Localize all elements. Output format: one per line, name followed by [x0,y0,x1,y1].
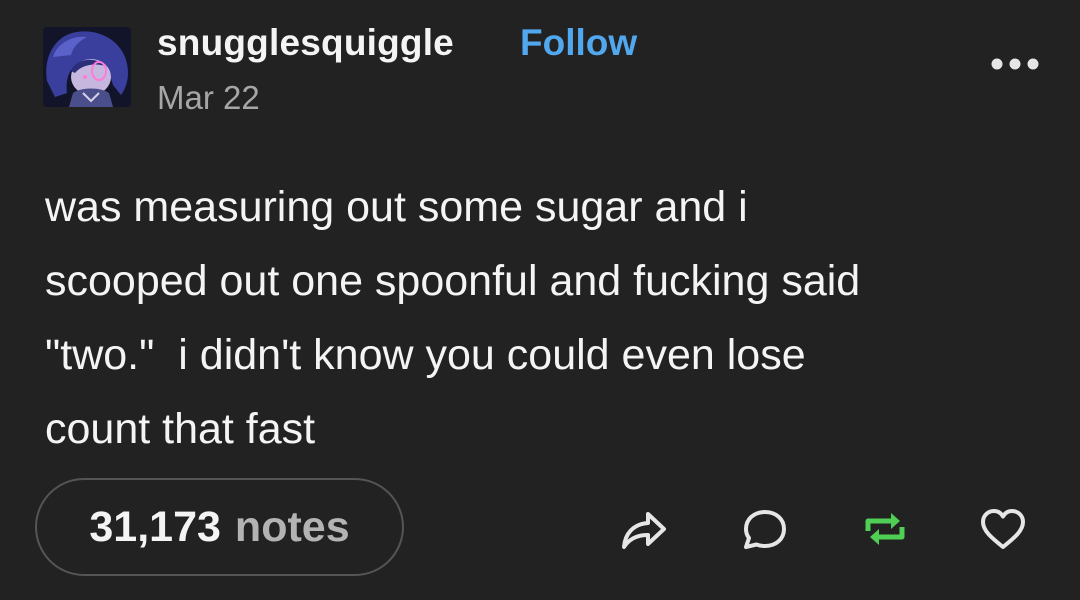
follow-button[interactable]: Follow [520,22,637,64]
reblog-icon [865,513,905,545]
more-options-button[interactable] [990,54,1040,74]
post-body-line: was measuring out some sugar and i [45,183,748,231]
post-card: snugglesquiggle Follow Mar 22 was measur… [0,0,1080,600]
notes-label: notes [234,502,350,551]
username[interactable]: snugglesquiggle [157,22,454,64]
like-button[interactable] [976,502,1030,556]
post-body-line: "two." i didn't know you could even lose [45,331,806,379]
post-body: was measuring out some sugar and i scoop… [45,170,1045,466]
reply-icon [744,510,786,549]
avatar[interactable] [43,27,131,107]
share-icon [622,512,666,549]
more-options-icon [991,58,1039,70]
reblog-button[interactable] [858,502,912,556]
avatar-icon [43,27,131,107]
post-body-line: scooped out one spoonful and fucking sai… [45,257,861,305]
post-body-line: count that fast [45,405,316,453]
notes-count: 31,173 [89,502,221,551]
share-button[interactable] [617,502,671,556]
post-date: Mar 22 [157,79,260,116]
reply-button[interactable] [738,502,792,556]
notes-button[interactable]: 31,173 notes [35,478,404,576]
like-icon [981,509,1025,549]
